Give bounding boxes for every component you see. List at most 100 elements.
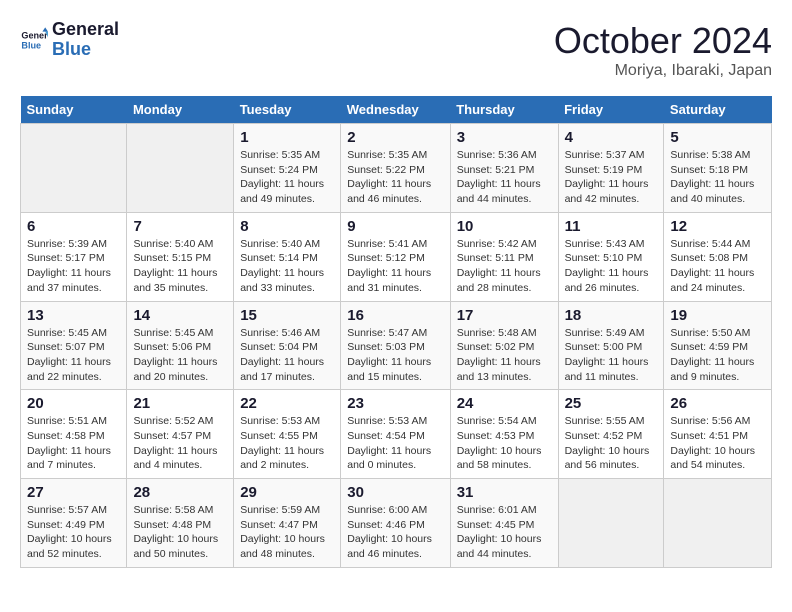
calendar-cell: 15Sunrise: 5:46 AM Sunset: 5:04 PM Dayli… [234,301,341,390]
day-info: Sunrise: 5:46 AM Sunset: 5:04 PM Dayligh… [240,326,334,385]
calendar-week-row: 27Sunrise: 5:57 AM Sunset: 4:49 PM Dayli… [21,479,772,568]
day-number: 30 [347,484,443,501]
calendar-cell: 12 Sunrise: 5:44 AM Sunset: 5:08 PM Dayli… [664,212,772,301]
day-info: Sunrise: 5:43 AM Sunset: 5:10 PM Dayligh… [565,237,658,296]
svg-text:Blue: Blue [21,40,41,50]
day-info: Sunrise: 5:35 AM Sunset: 5:22 PM Dayligh… [347,148,443,207]
day-info: Sunrise: 5:54 AM Sunset: 4:53 PM Dayligh… [457,414,552,473]
calendar-cell: 20Sunrise: 5:51 AM Sunset: 4:58 PM Dayli… [21,390,127,479]
calendar-cell: 27Sunrise: 5:57 AM Sunset: 4:49 PM Dayli… [21,479,127,568]
weekday-header-sunday: Sunday [21,96,127,124]
weekday-header-wednesday: Wednesday [341,96,450,124]
day-info: Sunrise: 5:44 AM Sunset: 5:08 PM Dayligh… [670,237,765,296]
calendar-cell: 10 Sunrise: 5:42 AM Sunset: 5:11 PM Dayli… [450,212,558,301]
day-number: 14 [133,307,227,324]
day-number: 7 [133,218,227,235]
calendar-cell: 19Sunrise: 5:50 AM Sunset: 4:59 PM Dayli… [664,301,772,390]
day-number: 11 [565,218,658,235]
day-number: 9 [347,218,443,235]
calendar-week-row: 1 Sunrise: 5:35 AM Sunset: 5:24 PM Daylig… [21,124,772,213]
logo-text-blue: Blue [52,40,119,60]
calendar-cell: 8 Sunrise: 5:40 AM Sunset: 5:14 PM Daylig… [234,212,341,301]
calendar-cell: 30 Sunrise: 6:00 AM Sunset: 4:46 PM Dayli… [341,479,450,568]
calendar-cell [558,479,664,568]
day-info: Sunrise: 5:45 AM Sunset: 5:06 PM Dayligh… [133,326,227,385]
weekday-header-friday: Friday [558,96,664,124]
calendar-cell: 26 Sunrise: 5:56 AM Sunset: 4:51 PM Dayli… [664,390,772,479]
day-info: Sunrise: 5:49 AM Sunset: 5:00 PM Dayligh… [565,326,658,385]
day-info: Sunrise: 5:48 AM Sunset: 5:02 PM Dayligh… [457,326,552,385]
calendar-cell: 6 Sunrise: 5:39 AM Sunset: 5:17 PM Daylig… [21,212,127,301]
day-number: 22 [240,395,334,412]
day-info: Sunrise: 5:45 AM Sunset: 5:07 PM Dayligh… [27,326,120,385]
day-number: 6 [27,218,120,235]
day-info: Sunrise: 5:58 AM Sunset: 4:48 PM Dayligh… [133,503,227,562]
calendar-cell: 29Sunrise: 5:59 AM Sunset: 4:47 PM Dayli… [234,479,341,568]
calendar-cell: 22Sunrise: 5:53 AM Sunset: 4:55 PM Dayli… [234,390,341,479]
calendar-cell: 23Sunrise: 5:53 AM Sunset: 4:54 PM Dayli… [341,390,450,479]
day-info: Sunrise: 5:47 AM Sunset: 5:03 PM Dayligh… [347,326,443,385]
calendar-subtitle: Moriya, Ibaraki, Japan [554,62,772,80]
day-number: 20 [27,395,120,412]
calendar-week-row: 20Sunrise: 5:51 AM Sunset: 4:58 PM Dayli… [21,390,772,479]
calendar-cell: 2 Sunrise: 5:35 AM Sunset: 5:22 PM Daylig… [341,124,450,213]
day-number: 29 [240,484,334,501]
weekday-header-row: SundayMondayTuesdayWednesdayThursdayFrid… [21,96,772,124]
day-number: 12 [670,218,765,235]
day-info: Sunrise: 5:37 AM Sunset: 5:19 PM Dayligh… [565,148,658,207]
day-number: 2 [347,129,443,146]
logo-text-general: General [52,20,119,40]
calendar-cell: 4 Sunrise: 5:37 AM Sunset: 5:19 PM Daylig… [558,124,664,213]
day-info: Sunrise: 5:40 AM Sunset: 5:14 PM Dayligh… [240,237,334,296]
title-section: October 2024 Moriya, Ibaraki, Japan [554,20,772,80]
day-number: 19 [670,307,765,324]
day-info: Sunrise: 5:35 AM Sunset: 5:24 PM Dayligh… [240,148,334,207]
day-info: Sunrise: 5:55 AM Sunset: 4:52 PM Dayligh… [565,414,658,473]
day-number: 16 [347,307,443,324]
calendar-cell: 7 Sunrise: 5:40 AM Sunset: 5:15 PM Daylig… [127,212,234,301]
day-info: Sunrise: 6:00 AM Sunset: 4:46 PM Dayligh… [347,503,443,562]
calendar-cell: 31 Sunrise: 6:01 AM Sunset: 4:45 PM Dayli… [450,479,558,568]
calendar-cell: 17 Sunrise: 5:48 AM Sunset: 5:02 PM Dayli… [450,301,558,390]
day-number: 8 [240,218,334,235]
day-number: 3 [457,129,552,146]
page-header: General Blue General Blue October 2024 M… [20,20,772,80]
logo: General Blue General Blue [20,20,119,60]
calendar-cell: 28 Sunrise: 5:58 AM Sunset: 4:48 PM Dayli… [127,479,234,568]
day-info: Sunrise: 5:36 AM Sunset: 5:21 PM Dayligh… [457,148,552,207]
day-number: 27 [27,484,120,501]
calendar-cell: 16 Sunrise: 5:47 AM Sunset: 5:03 PM Dayli… [341,301,450,390]
day-number: 10 [457,218,552,235]
day-number: 1 [240,129,334,146]
day-number: 13 [27,307,120,324]
calendar-cell: 13 Sunrise: 5:45 AM Sunset: 5:07 PM Dayli… [21,301,127,390]
calendar-cell [127,124,234,213]
weekday-header-thursday: Thursday [450,96,558,124]
calendar-cell: 5Sunrise: 5:38 AM Sunset: 5:18 PM Daylig… [664,124,772,213]
day-number: 26 [670,395,765,412]
calendar-cell: 1 Sunrise: 5:35 AM Sunset: 5:24 PM Daylig… [234,124,341,213]
day-number: 25 [565,395,658,412]
day-number: 31 [457,484,552,501]
day-info: Sunrise: 5:42 AM Sunset: 5:11 PM Dayligh… [457,237,552,296]
weekday-header-saturday: Saturday [664,96,772,124]
calendar-cell: 21Sunrise: 5:52 AM Sunset: 4:57 PM Dayli… [127,390,234,479]
day-info: Sunrise: 5:56 AM Sunset: 4:51 PM Dayligh… [670,414,765,473]
day-number: 28 [133,484,227,501]
svg-text:General: General [21,30,48,40]
calendar-cell [21,124,127,213]
day-number: 23 [347,395,443,412]
day-info: Sunrise: 5:40 AM Sunset: 5:15 PM Dayligh… [133,237,227,296]
calendar-table: SundayMondayTuesdayWednesdayThursdayFrid… [20,96,772,568]
calendar-cell: 18Sunrise: 5:49 AM Sunset: 5:00 PM Dayli… [558,301,664,390]
calendar-cell: 9Sunrise: 5:41 AM Sunset: 5:12 PM Daylig… [341,212,450,301]
calendar-cell: 14 Sunrise: 5:45 AM Sunset: 5:06 PM Dayli… [127,301,234,390]
day-number: 4 [565,129,658,146]
day-number: 21 [133,395,227,412]
calendar-cell: 11 Sunrise: 5:43 AM Sunset: 5:10 PM Dayli… [558,212,664,301]
day-number: 17 [457,307,552,324]
day-info: Sunrise: 5:39 AM Sunset: 5:17 PM Dayligh… [27,237,120,296]
calendar-cell: 25 Sunrise: 5:55 AM Sunset: 4:52 PM Dayli… [558,390,664,479]
calendar-cell [664,479,772,568]
day-info: Sunrise: 6:01 AM Sunset: 4:45 PM Dayligh… [457,503,552,562]
